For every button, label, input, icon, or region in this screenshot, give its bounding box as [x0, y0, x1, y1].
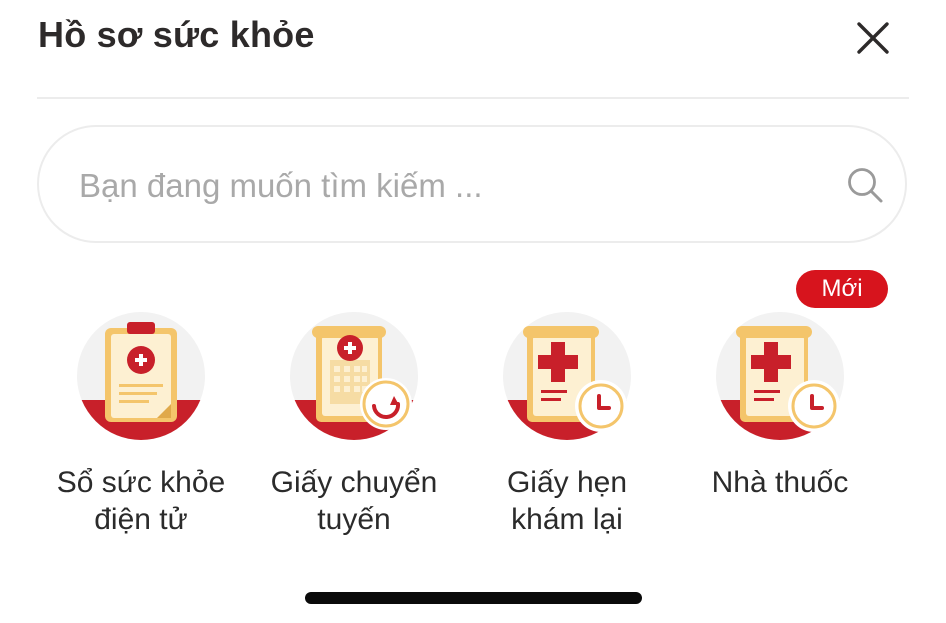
search-bar[interactable]: [37, 125, 907, 243]
search-input[interactable]: [77, 157, 821, 215]
tile-transfer-letter[interactable]: Giấy chuyển tuyến: [254, 290, 454, 550]
tile-pharmacy[interactable]: Nhà thuốc: [680, 290, 880, 550]
tile-label: Sổ sức khỏe điện tử: [56, 466, 226, 536]
home-indicator[interactable]: [305, 592, 642, 604]
appointment-document-icon: [499, 308, 635, 444]
close-icon: [852, 17, 894, 59]
tile-reexam-appointment[interactable]: Giấy hẹn khám lại: [467, 290, 667, 550]
tile-label: Nhà thuốc: [711, 466, 849, 499]
new-badge: Mới: [796, 270, 888, 308]
tile-label: Giấy hẹn khám lại: [506, 466, 628, 536]
search-icon[interactable]: [845, 165, 885, 205]
clipboard-medical-icon: [73, 308, 209, 444]
page-title: Hồ sơ sức khỏe: [38, 14, 315, 55]
hospital-transfer-icon: [286, 308, 422, 444]
pharmacy-document-icon: [712, 308, 848, 444]
close-button[interactable]: [852, 17, 894, 59]
tile-health-record[interactable]: Sổ sức khỏe điện tử: [41, 290, 241, 550]
header: Hồ sơ sức khỏe: [0, 0, 946, 80]
tile-label: Giấy chuyển tuyến: [270, 466, 438, 536]
header-divider: [37, 97, 909, 99]
